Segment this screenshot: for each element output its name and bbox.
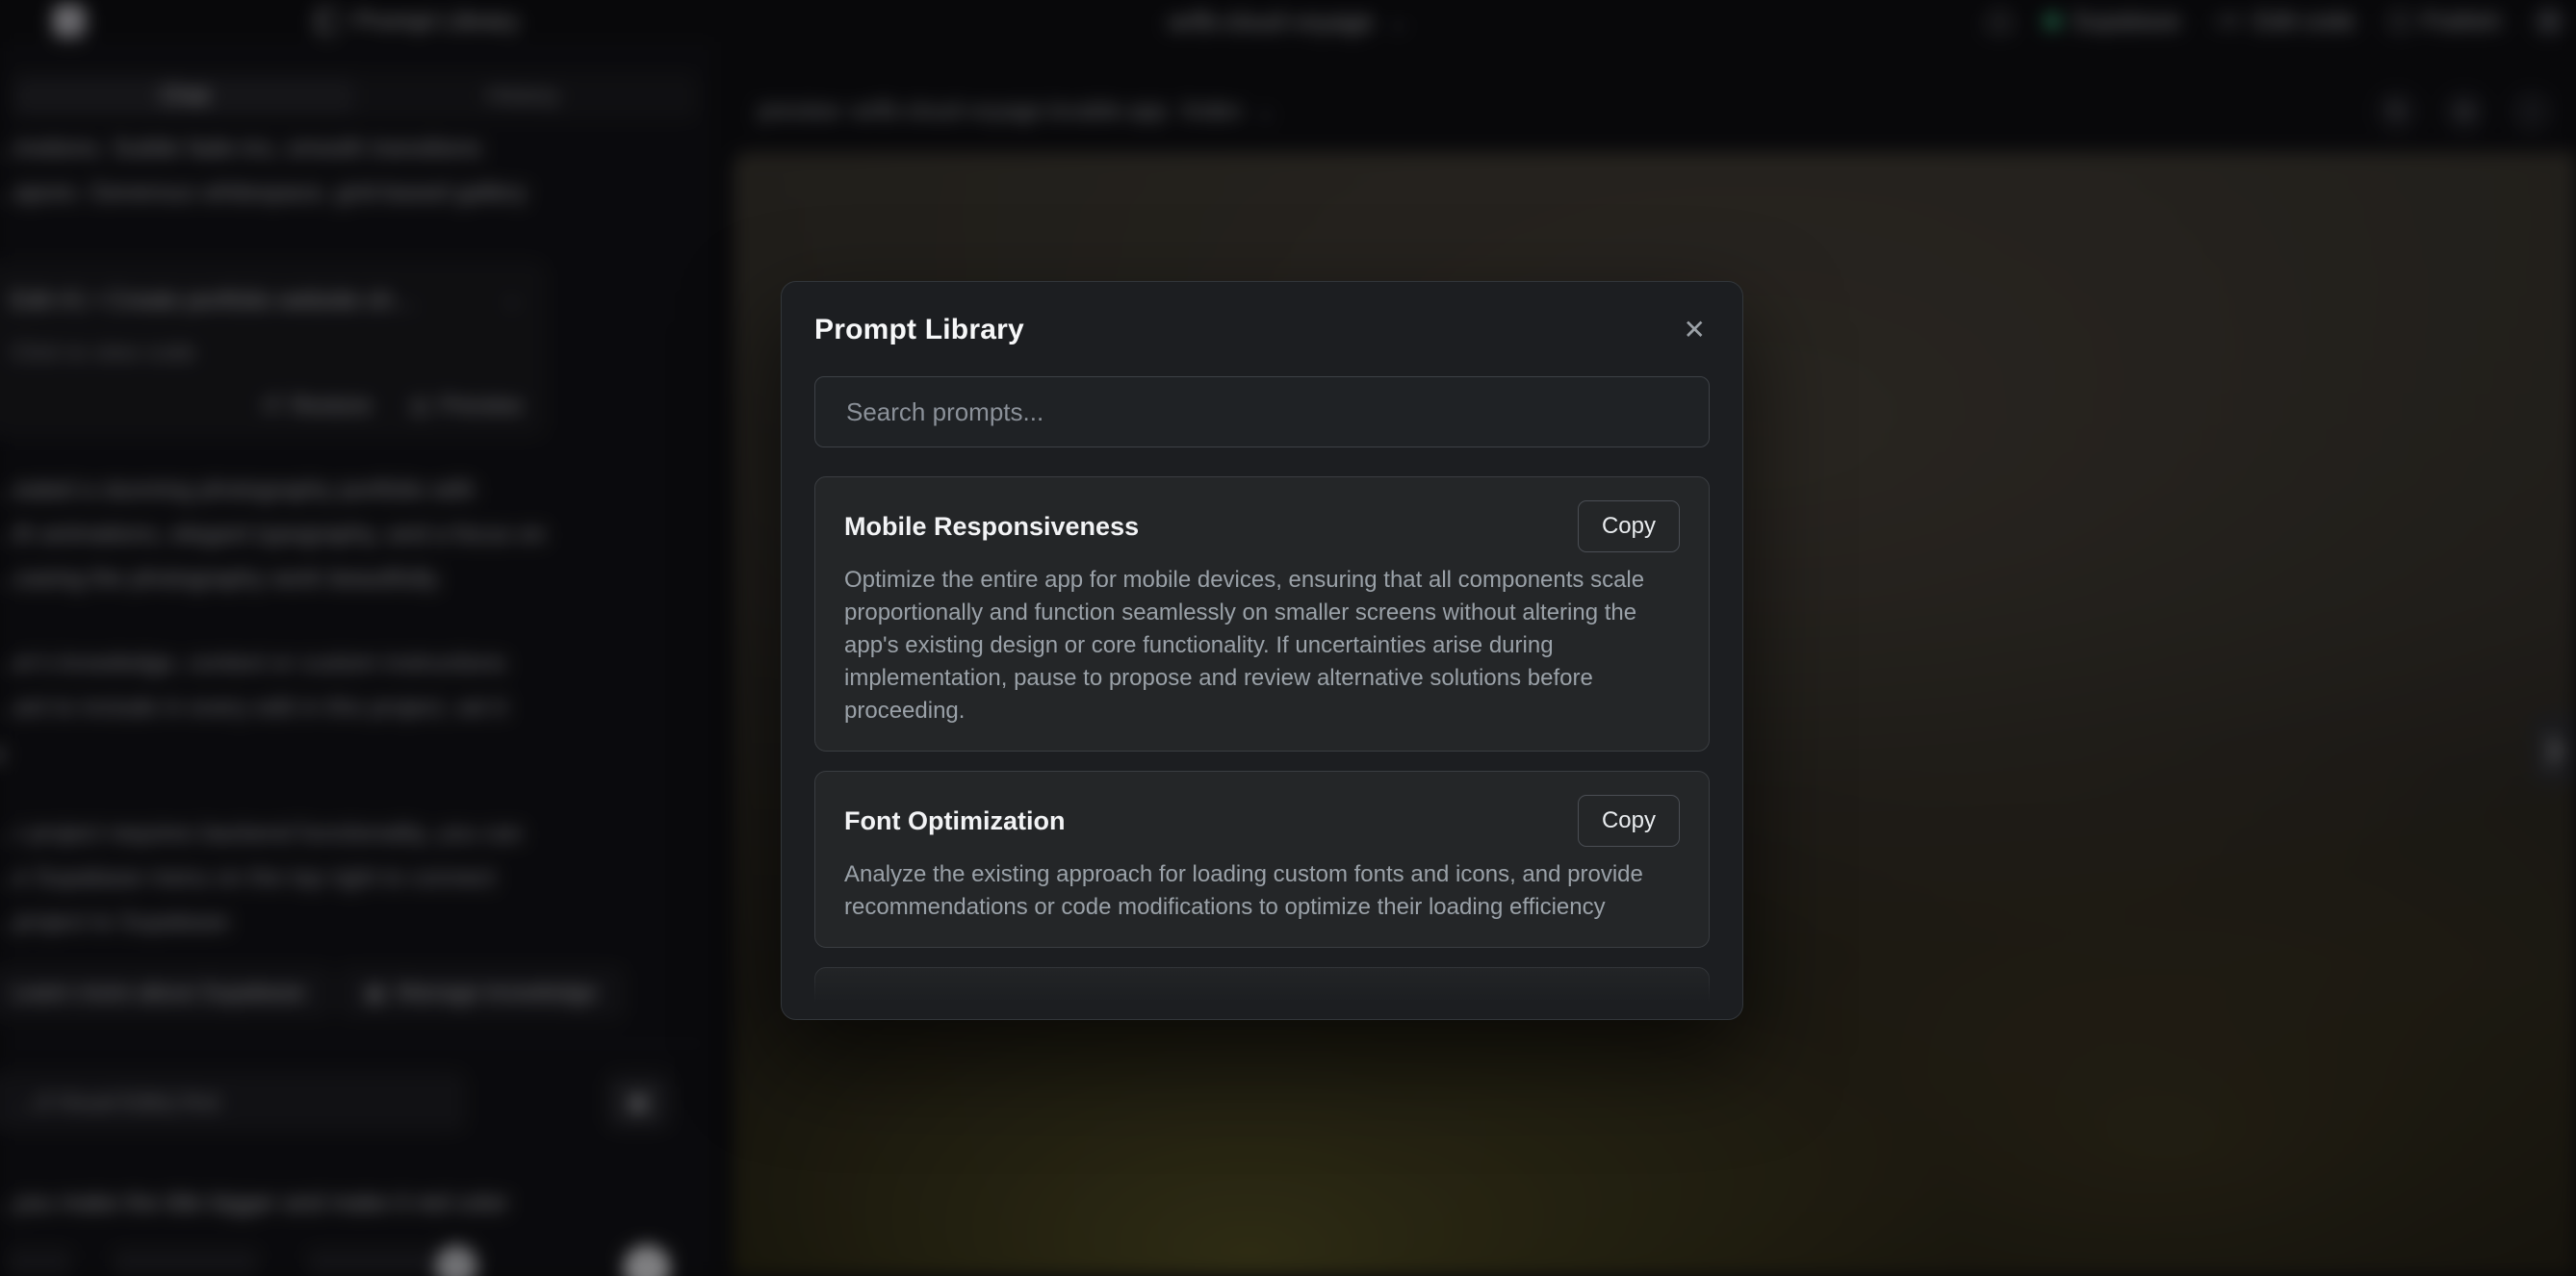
prompt-description: Optimize the entire app for mobile devic…	[844, 564, 1680, 727]
search-input[interactable]	[846, 397, 1678, 427]
prompt-library-modal: Prompt Library ✕ Mobile Responsiveness C…	[781, 281, 1743, 1020]
search-box	[814, 376, 1710, 447]
prompt-list: Mobile Responsiveness Copy Optimize the …	[814, 476, 1710, 1011]
prompt-card-header: Mobile Responsiveness Copy	[844, 500, 1680, 552]
prompt-card-font-optimization: Font Optimization Copy Analyze the exist…	[814, 771, 1710, 948]
prompt-title: Font Optimization	[844, 806, 1065, 836]
prompt-card-mobile-responsiveness: Mobile Responsiveness Copy Optimize the …	[814, 476, 1710, 752]
prompt-card-header: Font Optimization Copy	[844, 795, 1680, 847]
copy-button[interactable]: Copy	[1578, 500, 1680, 552]
app-root: Prompt Library wrfb-cloud-voyage ⌄ Supab…	[0, 0, 2576, 1276]
close-icon[interactable]: ✕	[1680, 313, 1710, 347]
copy-button[interactable]: Copy	[1578, 795, 1680, 847]
modal-title: Prompt Library	[814, 314, 1024, 346]
prompt-description: Analyze the existing approach for loadin…	[844, 858, 1680, 924]
prompt-card-partial	[814, 967, 1710, 1011]
modal-header: Prompt Library ✕	[814, 313, 1710, 347]
prompt-title: Mobile Responsiveness	[844, 512, 1139, 542]
